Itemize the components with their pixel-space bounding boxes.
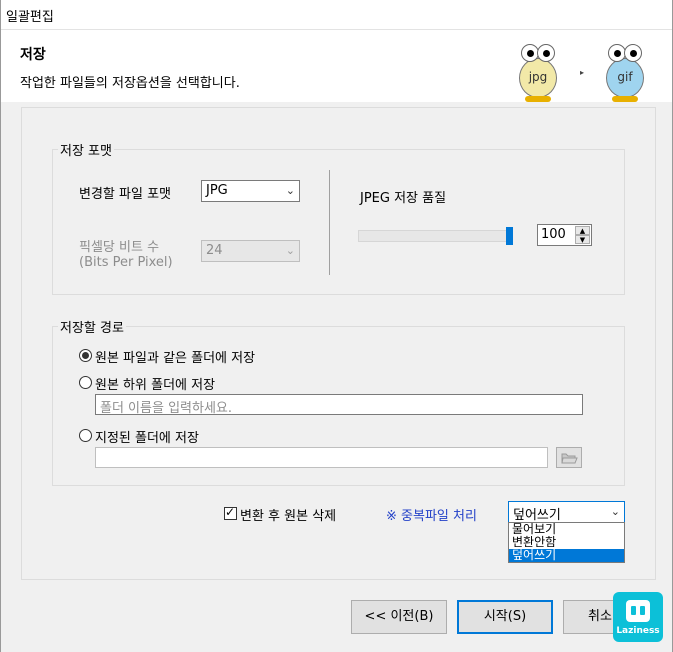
- window-title: 일괄편집: [6, 10, 54, 25]
- mascot-from-label: jpg: [528, 70, 548, 84]
- duplicate-select-value: 덮어쓰기: [513, 508, 561, 523]
- divider: [329, 170, 330, 275]
- mascot-eye: [537, 44, 555, 62]
- spin-up-icon[interactable]: ▲: [575, 226, 590, 235]
- folder-path-input[interactable]: [95, 447, 548, 468]
- gif-mascot-icon: gif: [602, 44, 646, 102]
- format-label: 변경할 파일 포맷: [79, 187, 171, 202]
- jpg-mascot-icon: jpg: [515, 44, 559, 102]
- quality-value: 100: [541, 227, 566, 242]
- chevron-down-icon: ⌄: [285, 244, 295, 257]
- browse-folder-button[interactable]: [556, 447, 582, 468]
- chevron-down-icon: ⌄: [610, 505, 620, 518]
- quality-spinbox[interactable]: 100 ▲ ▼: [537, 224, 592, 246]
- format-select[interactable]: JPG ⌄: [201, 180, 300, 202]
- quality-slider-thumb[interactable]: [506, 227, 513, 245]
- duplicate-file-label: ※ 중복파일 처리: [386, 509, 477, 524]
- radio-specified-folder-label[interactable]: 지정된 폴더에 저장: [95, 427, 199, 446]
- subfolder-name-input[interactable]: 폴더 이름을 입력하세요.: [95, 394, 583, 416]
- page-title: 저장: [20, 47, 46, 63]
- mascot-to-label: gif: [617, 70, 633, 84]
- laziness-logo: Laziness: [613, 592, 663, 642]
- mascot-feet: [525, 96, 551, 102]
- radio-same-folder[interactable]: [79, 349, 92, 362]
- logo-text: Laziness: [616, 626, 660, 636]
- mascot-eye: [624, 44, 642, 62]
- bpp-label-sub: (Bits Per Pixel): [79, 255, 173, 270]
- title-bar: 일괄편집: [0, 0, 673, 30]
- chevron-down-icon: ⌄: [285, 184, 295, 197]
- jpeg-quality-label: JPEG 저장 품질: [360, 191, 447, 206]
- wizard-header: [0, 30, 673, 102]
- radio-subfolder[interactable]: [79, 376, 92, 389]
- save-path-group-label: 저장할 경로: [58, 317, 126, 336]
- dropdown-option-overwrite[interactable]: 덮어쓰기: [509, 549, 624, 562]
- page-subtitle: 작업한 파일들의 저장옵션을 선택합니다.: [20, 76, 240, 91]
- mascot-feet: [612, 96, 638, 102]
- bpp-select-value: 24: [206, 243, 223, 258]
- save-format-group: [52, 149, 625, 295]
- arrow-right-icon: ▸: [580, 68, 585, 77]
- laziness-logo-icon: [626, 600, 650, 622]
- start-button[interactable]: 시작(S): [457, 600, 553, 634]
- radio-same-folder-label[interactable]: 원본 파일과 같은 폴더에 저장: [95, 347, 255, 366]
- bpp-label: 픽셀당 비트 수: [79, 240, 160, 255]
- duplicate-select[interactable]: 덮어쓰기 ⌄: [508, 501, 625, 523]
- spin-down-icon[interactable]: ▼: [575, 235, 590, 244]
- delete-original-checkbox[interactable]: ✓: [224, 505, 237, 520]
- subfolder-placeholder: 폴더 이름을 입력하세요.: [100, 401, 232, 416]
- radio-specified-folder[interactable]: [79, 429, 92, 442]
- format-select-value: JPG: [206, 183, 228, 198]
- radio-subfolder-label[interactable]: 원본 하위 폴더에 저장: [95, 374, 215, 393]
- duplicate-dropdown-list: 물어보기 변환안함 덮어쓰기: [508, 522, 625, 563]
- bpp-select[interactable]: 24 ⌄: [201, 240, 300, 262]
- save-format-group-label: 저장 포맷: [58, 140, 114, 159]
- quality-slider-track[interactable]: [358, 230, 513, 242]
- checkmark-icon: ✓: [225, 505, 236, 519]
- back-button[interactable]: << 이전(B): [351, 600, 447, 634]
- folder-open-icon: [561, 453, 578, 464]
- delete-original-label[interactable]: 변환 후 원본 삭제: [240, 505, 336, 524]
